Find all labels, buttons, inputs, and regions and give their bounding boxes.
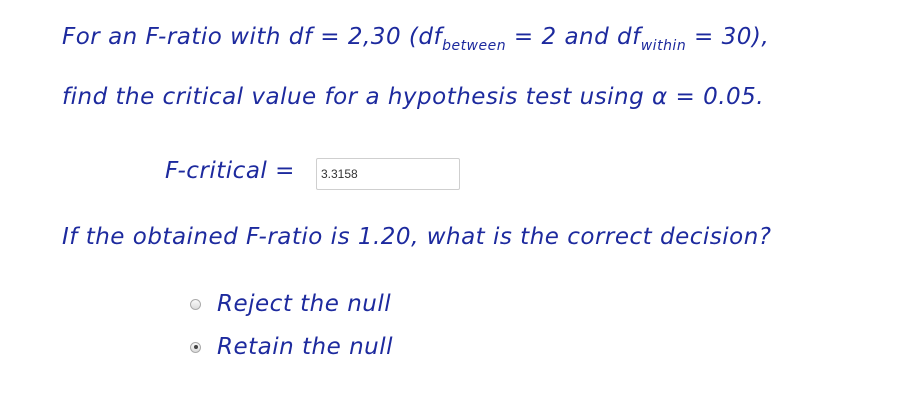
option-reject-null[interactable]: Reject the null bbox=[190, 291, 391, 317]
option-retain-null[interactable]: Retain the null bbox=[190, 334, 393, 360]
decision-question: If the obtained F-ratio is 1.20, what is… bbox=[62, 224, 772, 250]
option-reject-null-label: Reject the null bbox=[217, 291, 392, 317]
radio-reject-null[interactable] bbox=[190, 298, 201, 310]
question-line-1: For an F-ratio with df = 2,30 (dfbetween… bbox=[62, 24, 769, 54]
df-between-subscript: between bbox=[442, 38, 507, 54]
question-line-1-part2: = 2 and df bbox=[506, 24, 641, 50]
radio-retain-null[interactable] bbox=[190, 341, 201, 353]
option-retain-null-label: Retain the null bbox=[217, 334, 394, 360]
question-line-1-part3: = 30), bbox=[686, 24, 770, 50]
question-line-2: find the critical value for a hypothesis… bbox=[62, 84, 765, 110]
df-within-subscript: within bbox=[640, 38, 687, 54]
f-critical-input[interactable] bbox=[316, 158, 460, 190]
f-critical-label: F-critical = bbox=[165, 158, 295, 184]
question-line-1-part1: For an F-ratio with df = 2,30 (df bbox=[62, 24, 443, 50]
